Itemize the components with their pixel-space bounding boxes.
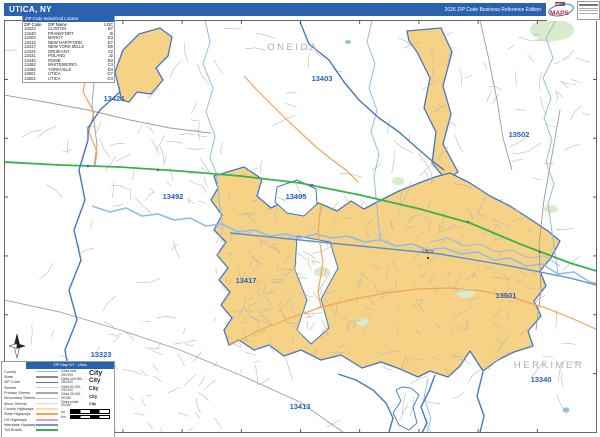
zip-code-label: 13413: [290, 402, 311, 411]
legend-title: ZIP Map NY - Utica: [26, 362, 114, 369]
thruway-exit-dot: [156, 168, 160, 172]
title-bar: UTICA, NY 2026 ZIP Code Business Referen…: [4, 3, 546, 16]
publisher-logo: MAPS: [547, 0, 600, 21]
zip-code-label: 13495: [286, 192, 307, 201]
pond: [562, 407, 570, 413]
zip-code-label: 13417: [236, 276, 257, 285]
zip-code-label: 13403: [312, 74, 333, 83]
zip-code-index-table: ZIP Code Index/Grid Locator ZIP Code ZIP …: [22, 14, 115, 83]
thruway-exit-dot: [310, 183, 314, 187]
maps-logo-icon: MAPS: [547, 0, 575, 20]
scale-bar-mi: mi: [61, 409, 113, 414]
utica-city-dot: [426, 256, 430, 260]
legend-line-items: County State ZIP Code Streets Primary Street…: [4, 369, 60, 433]
zip-code-label: 13340: [531, 375, 552, 384]
park: [544, 205, 558, 213]
thruway-exit-dot: [86, 164, 90, 168]
zip-code-label: 13502: [509, 130, 530, 139]
edition-text: 2026 ZIP Code Business Reference Edition: [444, 6, 541, 13]
park: [530, 21, 574, 41]
logo-word: MAPS: [550, 9, 569, 17]
zip-code-label: 13424: [104, 94, 126, 103]
legend-city-items: Cities over 250,000 City Cities 100,000 - …: [61, 370, 113, 420]
page-title: UTICA, NY: [9, 5, 52, 14]
zip-code-label: 13323: [91, 350, 112, 359]
zip-code-label: 13492: [163, 192, 184, 201]
logo-info-box: [577, 1, 600, 20]
zip-code-label: 13501: [496, 291, 517, 300]
city-label: Utica: [422, 249, 434, 255]
thruway-exit-dot: [466, 220, 470, 224]
zip-table: ZIP Code ZIP Name LOC 13323 CLINTON B7 13340 FR…: [23, 22, 114, 82]
park: [356, 318, 370, 326]
county-label: ONEIDA: [267, 42, 318, 53]
park: [392, 177, 404, 185]
pond: [345, 40, 351, 44]
legend-city-size: Cities under 25,000 City: [61, 399, 97, 408]
map-legend: ZIP Map NY - Utica County State ZIP Code St…: [1, 361, 115, 437]
scale-bar-km: km: [61, 415, 113, 420]
page: UTICA, NY 2026 ZIP Code Business Referen…: [0, 0, 600, 437]
thruway-exit-dot: [538, 250, 542, 254]
county-label: HERKIMER: [514, 360, 584, 371]
legend-item-toll: Toll Roads: [4, 428, 60, 433]
table-row: 13502 UTICA G4: [24, 76, 113, 82]
zip-table-header: ZIP Code Index/Grid Locator: [23, 15, 114, 22]
